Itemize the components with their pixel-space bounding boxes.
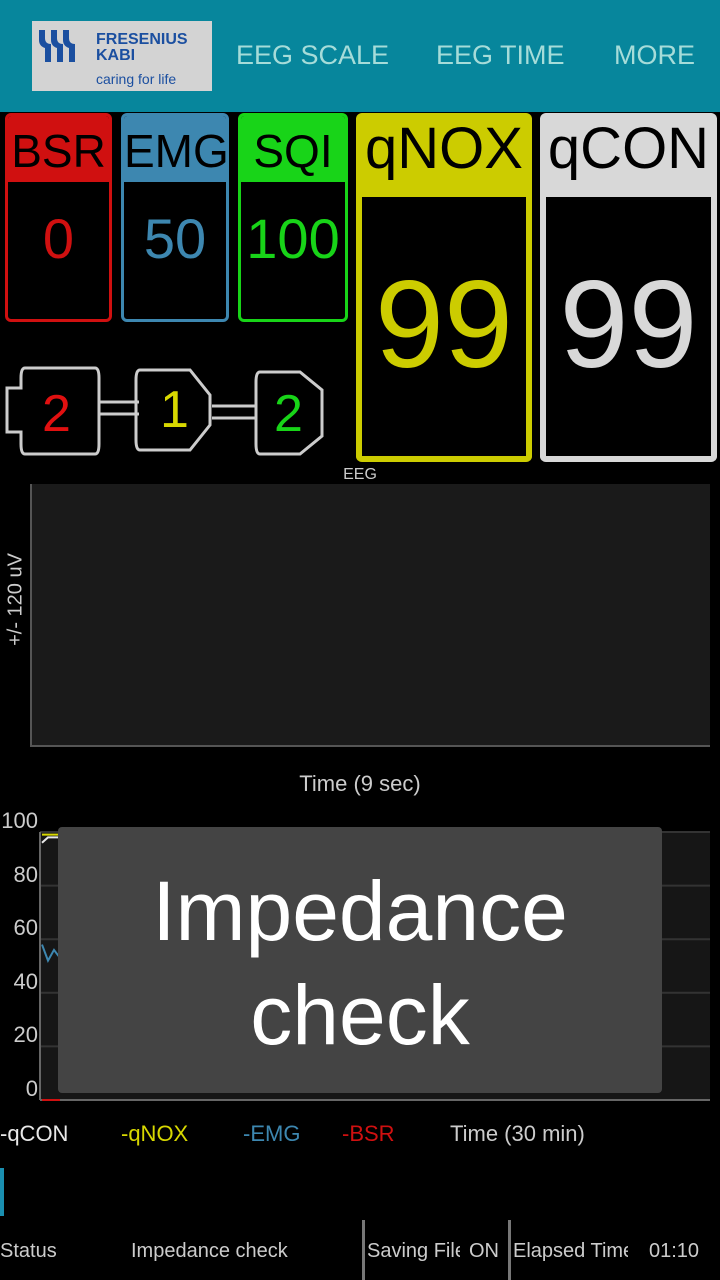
y-tick-label: 60 xyxy=(13,915,38,941)
overlay-line1: Impedance xyxy=(152,864,568,958)
qnox-tile: qNOX 99 xyxy=(356,113,532,462)
eeg-ylabel: +/- 120 uV xyxy=(4,553,27,646)
elapsed-time-label: Elapsed Time xyxy=(513,1240,628,1262)
menu-eeg-scale[interactable]: EEG SCALE xyxy=(236,40,389,71)
divider xyxy=(508,1220,511,1280)
emg-value: 50 xyxy=(143,207,207,270)
y-tick-label: 100 xyxy=(1,808,38,833)
logo-mark-icon xyxy=(39,30,75,62)
eeg-title: EEG xyxy=(343,466,377,483)
sqi-value: 100 xyxy=(246,207,340,270)
legend-emg: -EMG xyxy=(243,1121,301,1146)
scroll-indicator[interactable] xyxy=(0,1168,4,1216)
electrode-3-value: 2 xyxy=(274,385,303,443)
app-header: FRESENIUS KABI caring for life EEG SCALE … xyxy=(0,0,720,112)
electrode-2-value: 1 xyxy=(160,381,189,439)
saving-file-value: ON xyxy=(469,1240,499,1262)
qnox-label: qNOX xyxy=(362,113,526,197)
fresenius-kabi-logo: FRESENIUS KABI caring for life xyxy=(32,21,212,91)
eeg-plot xyxy=(30,484,710,747)
menu-more[interactable]: MORE xyxy=(614,40,695,71)
logo-tagline: caring for life xyxy=(96,71,177,87)
y-tick-label: 40 xyxy=(13,968,38,994)
electrode-1-value: 2 xyxy=(42,385,71,443)
overlay-line2: check xyxy=(250,968,470,1062)
qcon-value: 99 xyxy=(559,256,698,394)
status-label: Status xyxy=(0,1240,56,1262)
qnox-value: 99 xyxy=(375,256,513,394)
logo-brand-2: KABI xyxy=(96,47,136,64)
y-tick-label: 20 xyxy=(13,1022,38,1048)
trend-xlabel: Time (30 min) xyxy=(450,1121,585,1146)
qcon-label: qCON xyxy=(546,113,711,197)
legend-qcon: -qCON xyxy=(0,1121,69,1146)
qcon-tile: qCON 99 xyxy=(540,113,717,462)
menu-eeg-time[interactable]: EEG TIME xyxy=(436,40,565,71)
bsr-value: 0 xyxy=(42,207,75,270)
legend-qnox: -qNOX xyxy=(121,1121,189,1146)
y-tick-label: 80 xyxy=(13,861,38,887)
eeg-xlabel: Time (9 sec) xyxy=(299,771,421,796)
bsr-label: BSR xyxy=(8,116,109,182)
sqi-tile: SQI 100 xyxy=(238,113,348,322)
sqi-label: SQI xyxy=(241,116,345,182)
legend-bsr: -BSR xyxy=(342,1121,395,1146)
status-value: Impedance check xyxy=(131,1240,288,1262)
divider xyxy=(362,1220,365,1280)
impedance-check-overlay: Impedance check xyxy=(58,827,662,1093)
saving-file-label: Saving File xyxy=(367,1240,460,1262)
elapsed-time-value: 01:10 xyxy=(649,1240,700,1262)
emg-label: EMG xyxy=(124,116,226,182)
y-tick-label: 0 xyxy=(25,1076,38,1101)
bsr-tile: BSR 0 xyxy=(5,113,112,322)
emg-tile: EMG 50 xyxy=(121,113,229,322)
logo-brand: FRESENIUS xyxy=(96,31,188,48)
